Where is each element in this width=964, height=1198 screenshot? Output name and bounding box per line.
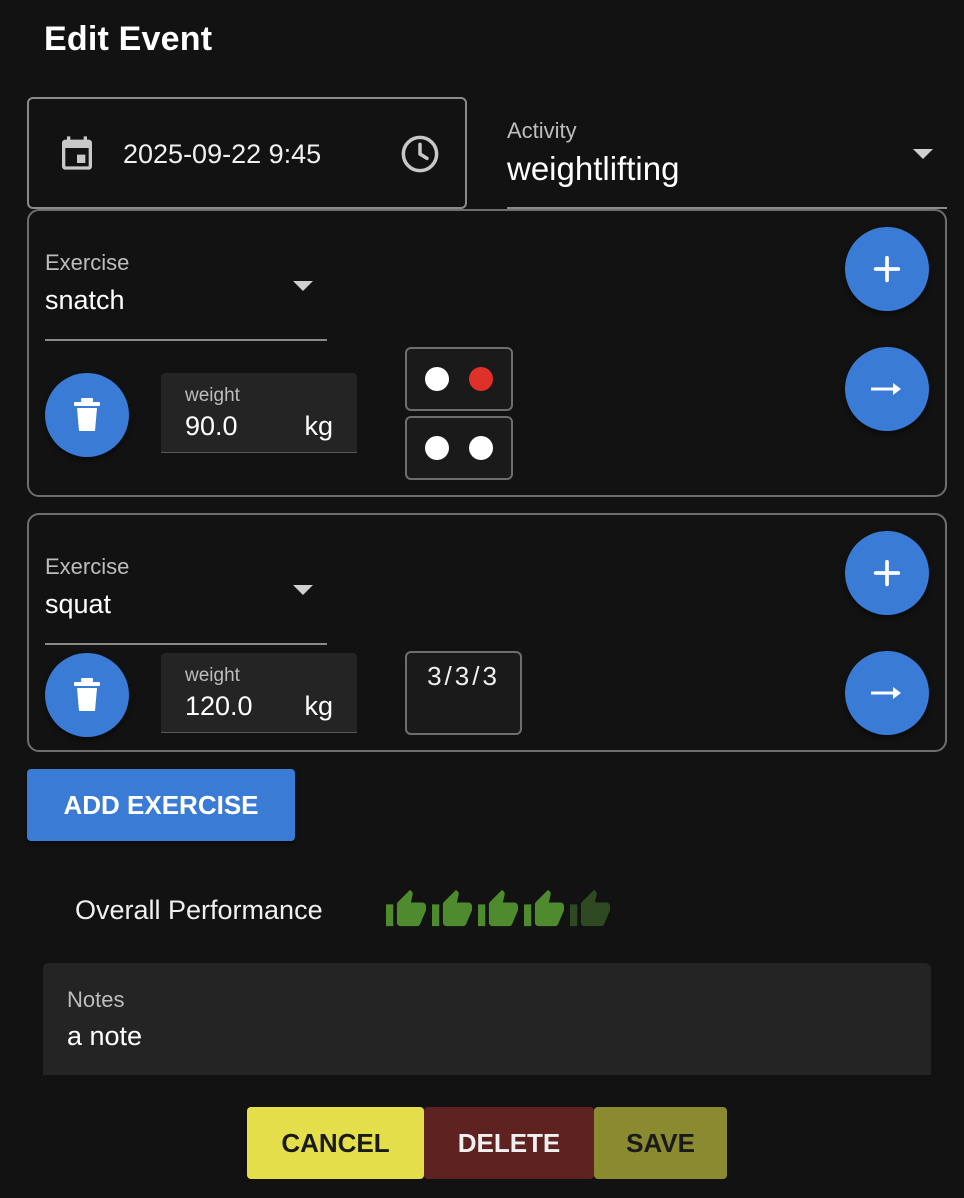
- weight-unit: kg: [304, 411, 333, 441]
- set-toggle[interactable]: [405, 347, 513, 411]
- delete-button[interactable]: DELETE: [424, 1107, 594, 1179]
- delete-exercise-button[interactable]: [45, 373, 129, 457]
- datetime-field[interactable]: 2025-09-22 9:45: [27, 97, 467, 209]
- plus-icon: [873, 559, 901, 587]
- arrow-right-icon: [871, 687, 901, 699]
- weight-unit: kg: [304, 691, 333, 721]
- next-button[interactable]: [845, 651, 929, 735]
- clock-icon[interactable]: [399, 133, 441, 175]
- exercise-card: Exercise squat weight 120.0 kg 3/3/3: [27, 513, 947, 752]
- page-title: Edit Event: [44, 20, 213, 58]
- delete-exercise-button[interactable]: [45, 653, 129, 737]
- activity-label: Activity: [507, 118, 577, 143]
- thumbs-up-icon[interactable]: [430, 888, 474, 928]
- notes-value: a note: [67, 1021, 143, 1051]
- weight-label: weight: [185, 385, 240, 406]
- notes-label: Notes: [67, 987, 125, 1012]
- exercise-select[interactable]: Exercise squat: [45, 515, 327, 645]
- trash-icon: [74, 398, 100, 431]
- activity-value: weightlifting: [507, 150, 680, 187]
- exercise-value: snatch: [45, 285, 125, 315]
- weight-value: 120.0: [185, 691, 253, 721]
- exercise-select[interactable]: Exercise snatch: [45, 211, 327, 341]
- set-toggle[interactable]: [405, 416, 513, 480]
- weight-label: weight: [185, 665, 240, 686]
- exercise-card: Exercise snatch weight 90.0 kg: [27, 209, 947, 497]
- thumbs-up-icon[interactable]: [476, 888, 520, 928]
- performance-label: Overall Performance: [75, 895, 323, 925]
- thumbs-up-icon[interactable]: [522, 888, 566, 928]
- weight-field[interactable]: weight 120.0 kg: [161, 653, 357, 733]
- arrow-right-icon: [871, 383, 901, 395]
- chevron-down-icon[interactable]: [293, 585, 313, 595]
- datetime-value: 2025-09-22 9:45: [123, 139, 322, 169]
- add-set-button[interactable]: [845, 531, 929, 615]
- trash-icon: [74, 678, 100, 711]
- cancel-button[interactable]: CANCEL: [247, 1107, 424, 1179]
- reps-field[interactable]: 3/3/3: [405, 651, 522, 735]
- chevron-down-icon[interactable]: [293, 281, 313, 291]
- calendar-icon[interactable]: [57, 132, 97, 174]
- activity-select[interactable]: Activity weightlifting: [507, 112, 947, 209]
- set-dot-white[interactable]: [469, 436, 493, 460]
- plus-icon: [873, 255, 901, 283]
- set-dot-red[interactable]: [469, 367, 493, 391]
- exercise-label: Exercise: [45, 554, 130, 579]
- add-set-button[interactable]: [845, 227, 929, 311]
- add-exercise-button[interactable]: ADD EXERCISE: [27, 769, 295, 841]
- chevron-down-icon[interactable]: [913, 149, 933, 159]
- save-button[interactable]: SAVE: [594, 1107, 727, 1179]
- thumbs-up-icon[interactable]: [384, 888, 428, 928]
- set-dot-white[interactable]: [425, 436, 449, 460]
- exercise-value: squat: [45, 589, 112, 619]
- weight-value: 90.0: [185, 411, 238, 441]
- weight-field[interactable]: weight 90.0 kg: [161, 373, 357, 453]
- next-button[interactable]: [845, 347, 929, 431]
- set-dot-white[interactable]: [425, 367, 449, 391]
- notes-field[interactable]: Notes a note: [43, 963, 931, 1075]
- performance-rating[interactable]: [384, 888, 612, 928]
- exercise-label: Exercise: [45, 250, 130, 275]
- thumbs-up-icon[interactable]: [568, 888, 612, 928]
